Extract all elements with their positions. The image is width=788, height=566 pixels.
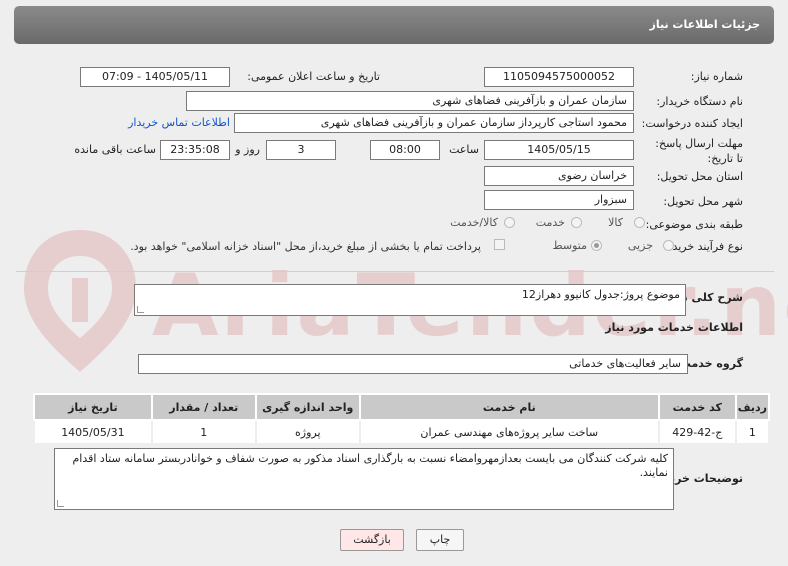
category-label: طبقه بندی موضوعی: <box>645 218 743 231</box>
requester-label: ایجاد کننده درخواست: <box>641 117 743 130</box>
cell-qty: 1 <box>150 419 257 445</box>
category-radio-service[interactable] <box>571 217 582 228</box>
buyer-org-field: سازمان عمران و بازآفرینی فضاهای شهری <box>186 91 634 111</box>
announce-date-label: تاریخ و ساعت اعلان عمومی: <box>247 70 380 83</box>
process-option-minor: جزیی <box>627 239 653 252</box>
process-type-label: نوع فرآیند خرید : <box>665 240 743 253</box>
category-radio-goods[interactable] <box>634 217 645 228</box>
col-code-header: کد خدمت <box>657 393 737 421</box>
process-option-medium: متوسط <box>552 239 587 252</box>
remaining-time-field: 23:35:08 <box>160 140 230 160</box>
days-remaining-field: 3 <box>266 140 336 160</box>
deadline-time-field: 08:00 <box>370 140 440 160</box>
category-option-service: خدمت <box>535 216 565 229</box>
resize-handle-icon[interactable] <box>137 306 144 313</box>
cell-date: 1405/05/31 <box>33 419 153 445</box>
need-number-label: شماره نیاز: <box>690 70 743 83</box>
cell-name: ساخت سایر پروژه‌های مهندسی عمران <box>358 419 660 445</box>
process-radio-minor[interactable] <box>663 240 674 251</box>
back-button[interactable]: بازگشت <box>340 529 404 551</box>
section-divider <box>16 271 774 272</box>
announce-date-field: 1405/05/11 - 07:09 <box>80 67 230 87</box>
page-title: جزئیات اطلاعات نیاز <box>649 18 761 31</box>
summary-textarea[interactable]: موضوع پروژ:جدول کانیوو دهراز12 <box>134 284 686 316</box>
province-label: استان محل تحویل: <box>656 170 743 183</box>
treasury-payment-checkbox[interactable] <box>494 239 505 250</box>
col-qty-header: تعداد / مقدار <box>150 393 257 421</box>
category-option-goods-service: کالا/خدمت <box>450 216 498 229</box>
services-table: ردیف کد خدمت نام خدمت واحد اندازه گیری ت… <box>33 393 771 445</box>
category-radio-goods-service[interactable] <box>504 217 515 228</box>
deadline-time-label: ساعت <box>449 143 479 156</box>
province-field: خراسان رضوی <box>484 166 634 186</box>
buyer-contact-link[interactable]: اطلاعات تماس خریدار <box>128 116 230 129</box>
buyer-notes-text: کلیه شرکت کنندگان می بایست بعدازمهروامضا… <box>72 452 668 479</box>
service-group-field: سایر فعالیت‌های خدماتی <box>138 354 688 374</box>
col-row-header: ردیف <box>734 393 771 421</box>
treasury-payment-note: پرداخت تمام یا بخشی از مبلغ خرید،از محل … <box>130 240 481 253</box>
need-number-field: 1105094575000052 <box>484 67 634 87</box>
days-label: روز و <box>235 143 260 156</box>
cell-row: 1 <box>734 419 771 445</box>
col-unit-header: واحد اندازه گیری <box>254 393 361 421</box>
cell-code: ج-42-429 <box>657 419 737 445</box>
category-option-goods: کالا <box>608 216 623 229</box>
col-date-header: تاریخ نیاز <box>33 393 153 421</box>
summary-text: موضوع پروژ:جدول کانیوو دهراز12 <box>521 288 680 301</box>
resize-handle-icon[interactable] <box>57 500 64 507</box>
remaining-time-label: ساعت باقی مانده <box>74 143 156 156</box>
buyer-org-label: نام دستگاه خریدار: <box>656 95 743 108</box>
print-button[interactable]: چاپ <box>416 529 464 551</box>
page-header: جزئیات اطلاعات نیاز <box>14 6 774 44</box>
buyer-notes-textarea[interactable]: کلیه شرکت کنندگان می بایست بعدازمهروامضا… <box>54 448 674 510</box>
city-field: سبزوار <box>484 190 634 210</box>
process-radio-medium[interactable] <box>591 240 602 251</box>
table-row: 1 ج-42-429 ساخت سایر پروژه‌های مهندسی عم… <box>33 419 771 445</box>
deadline-date-field: 1405/05/15 <box>484 140 634 160</box>
watermark-logo-icon <box>24 230 136 372</box>
services-section-title: اطلاعات خدمات مورد نیاز <box>605 321 743 334</box>
table-header-row: ردیف کد خدمت نام خدمت واحد اندازه گیری ت… <box>33 393 771 421</box>
cell-unit: پروژه <box>254 419 361 445</box>
requester-field: محمود استاجی کارپرداز سازمان عمران و باز… <box>234 113 634 133</box>
col-name-header: نام خدمت <box>358 393 660 421</box>
deadline-label: مهلت ارسال پاسخ: تا تاریخ: <box>655 137 743 165</box>
city-label: شهر محل تحویل: <box>663 195 743 208</box>
